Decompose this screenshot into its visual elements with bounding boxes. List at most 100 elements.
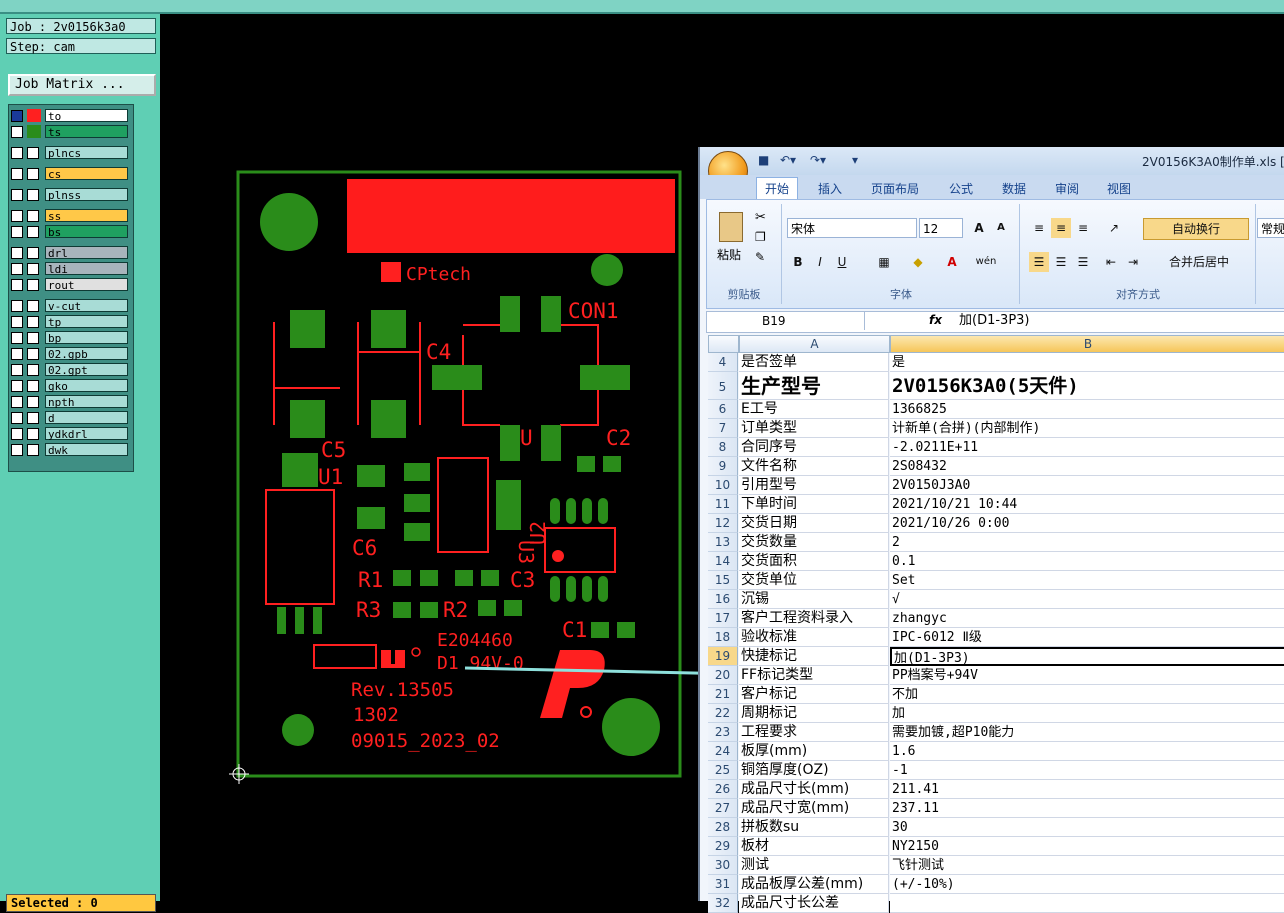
- cell-field-value[interactable]: 2V0150J3A0: [890, 476, 1284, 495]
- cell-field-label[interactable]: 客户标记: [739, 685, 889, 704]
- cell-field-value[interactable]: 2: [890, 533, 1284, 552]
- select-all-corner[interactable]: [708, 335, 739, 353]
- fx-icon[interactable]: fx: [929, 313, 942, 327]
- orientation-icon[interactable]: ↗: [1101, 218, 1127, 238]
- increase-indent-icon[interactable]: ⇥: [1123, 252, 1143, 272]
- row-number[interactable]: 21: [708, 685, 738, 704]
- tab-review[interactable]: 审阅: [1055, 180, 1079, 197]
- row-number[interactable]: 17: [708, 609, 738, 628]
- row-number[interactable]: 14: [708, 552, 738, 571]
- font-name-select[interactable]: 宋体: [787, 218, 917, 238]
- row-number[interactable]: 6: [708, 400, 738, 419]
- shrink-font-icon[interactable]: A: [991, 218, 1011, 238]
- wrap-text-button[interactable]: 自动换行: [1143, 218, 1249, 240]
- row-number[interactable]: 29: [708, 837, 738, 856]
- column-header-b[interactable]: B: [890, 335, 1284, 353]
- row-number[interactable]: 32: [708, 894, 738, 913]
- cell-field-value[interactable]: [890, 894, 1284, 913]
- cell-field-label[interactable]: 板材: [739, 837, 889, 856]
- cell-field-value[interactable]: zhangyc: [890, 609, 1284, 628]
- row-number[interactable]: 26: [708, 780, 738, 799]
- cell-field-label[interactable]: 验收标准: [739, 628, 889, 647]
- row-number[interactable]: 4: [708, 353, 738, 372]
- save-icon[interactable]: ■: [758, 153, 769, 167]
- paste-button[interactable]: 粘贴: [717, 246, 741, 263]
- row-number[interactable]: 23: [708, 723, 738, 742]
- name-box[interactable]: B19: [707, 312, 865, 330]
- cell-field-value[interactable]: 0.1: [890, 552, 1284, 571]
- cell-field-value[interactable]: 不加: [890, 685, 1284, 704]
- cell-field-label[interactable]: FF标记类型: [739, 666, 889, 685]
- tab-page-layout[interactable]: 页面布局: [871, 180, 919, 197]
- cell-field-value[interactable]: 1.6: [890, 742, 1284, 761]
- border-icon[interactable]: ▦: [873, 252, 895, 272]
- cell-field-value[interactable]: -2.0211E+11: [890, 438, 1284, 457]
- cell-field-label[interactable]: 生产型号: [739, 372, 889, 400]
- cell-field-label[interactable]: 交货日期: [739, 514, 889, 533]
- formula-input[interactable]: 加(D1-3P3): [959, 312, 1030, 330]
- cell-field-value[interactable]: 2021/10/26 0:00: [890, 514, 1284, 533]
- cell-field-value[interactable]: 1366825: [890, 400, 1284, 419]
- redo-icon[interactable]: ↷▾: [810, 153, 826, 167]
- row-number[interactable]: 13: [708, 533, 738, 552]
- row-number[interactable]: 31: [708, 875, 738, 894]
- row-number[interactable]: 24: [708, 742, 738, 761]
- cell-field-value[interactable]: 飞针测试: [890, 856, 1284, 875]
- italic-icon[interactable]: I: [811, 252, 829, 272]
- align-middle-icon[interactable]: ≡: [1051, 218, 1071, 238]
- cell-field-label[interactable]: 成品尺寸宽(mm): [739, 799, 889, 818]
- row-number[interactable]: 27: [708, 799, 738, 818]
- cell-field-label[interactable]: 下单时间: [739, 495, 889, 514]
- cell-field-label[interactable]: 沉锡: [739, 590, 889, 609]
- cell-field-label[interactable]: 成品尺寸长(mm): [739, 780, 889, 799]
- align-right-icon[interactable]: ☰: [1073, 252, 1093, 272]
- cell-field-value[interactable]: (+/-10%): [890, 875, 1284, 894]
- phonetic-icon[interactable]: wén: [975, 252, 997, 272]
- cell-field-value[interactable]: 加(D1-3P3): [890, 647, 1284, 666]
- cell-field-value[interactable]: 2V0156K3A0(5天件): [890, 372, 1284, 400]
- cell-field-value[interactable]: 30: [890, 818, 1284, 837]
- tab-data[interactable]: 数据: [1002, 180, 1026, 197]
- format-painter-icon[interactable]: ✎: [755, 250, 765, 264]
- cell-field-value[interactable]: 加: [890, 704, 1284, 723]
- cell-field-label[interactable]: E工号: [739, 400, 889, 419]
- cell-field-value[interactable]: 237.11: [890, 799, 1284, 818]
- cell-field-value[interactable]: 2021/10/21 10:44: [890, 495, 1284, 514]
- number-format-select[interactable]: 常规: [1257, 218, 1284, 238]
- cell-field-label[interactable]: 合同序号: [739, 438, 889, 457]
- row-number[interactable]: 10: [708, 476, 738, 495]
- column-header-a[interactable]: A: [739, 335, 890, 353]
- row-number[interactable]: 25: [708, 761, 738, 780]
- cell-field-label[interactable]: 工程要求: [739, 723, 889, 742]
- bold-icon[interactable]: B: [789, 252, 807, 272]
- customize-icon[interactable]: ▾: [852, 153, 858, 167]
- fill-color-icon[interactable]: ◆: [907, 252, 929, 272]
- cell-field-label[interactable]: 成品尺寸长公差: [739, 894, 889, 913]
- cell-field-label[interactable]: 铜箔厚度(OZ): [739, 761, 889, 780]
- font-size-select[interactable]: 12: [919, 218, 963, 238]
- cell-field-label[interactable]: 测试: [739, 856, 889, 875]
- cut-icon[interactable]: ✂: [755, 210, 766, 225]
- cell-field-label[interactable]: 交货面积: [739, 552, 889, 571]
- cell-field-label[interactable]: 文件名称: [739, 457, 889, 476]
- cell-field-label[interactable]: 拼板数su: [739, 818, 889, 837]
- row-number[interactable]: 5: [708, 372, 738, 400]
- cell-field-value[interactable]: NY2150: [890, 837, 1284, 856]
- tab-formulas[interactable]: 公式: [949, 180, 973, 197]
- decrease-indent-icon[interactable]: ⇤: [1101, 252, 1121, 272]
- grow-font-icon[interactable]: A: [969, 218, 989, 238]
- cell-field-label[interactable]: 周期标记: [739, 704, 889, 723]
- cell-field-value[interactable]: 需要加镀,超P10能力: [890, 723, 1284, 742]
- align-bottom-icon[interactable]: ≡: [1073, 218, 1093, 238]
- cell-field-label[interactable]: 交货数量: [739, 533, 889, 552]
- row-number[interactable]: 18: [708, 628, 738, 647]
- align-top-icon[interactable]: ≡: [1029, 218, 1049, 238]
- row-number[interactable]: 16: [708, 590, 738, 609]
- align-left-icon[interactable]: ☰: [1029, 252, 1049, 272]
- row-number[interactable]: 8: [708, 438, 738, 457]
- cell-field-label[interactable]: 交货单位: [739, 571, 889, 590]
- row-number[interactable]: 11: [708, 495, 738, 514]
- tab-view[interactable]: 视图: [1107, 180, 1131, 197]
- cell-field-label[interactable]: 订单类型: [739, 419, 889, 438]
- cell-field-label[interactable]: 成品板厚公差(mm): [739, 875, 889, 894]
